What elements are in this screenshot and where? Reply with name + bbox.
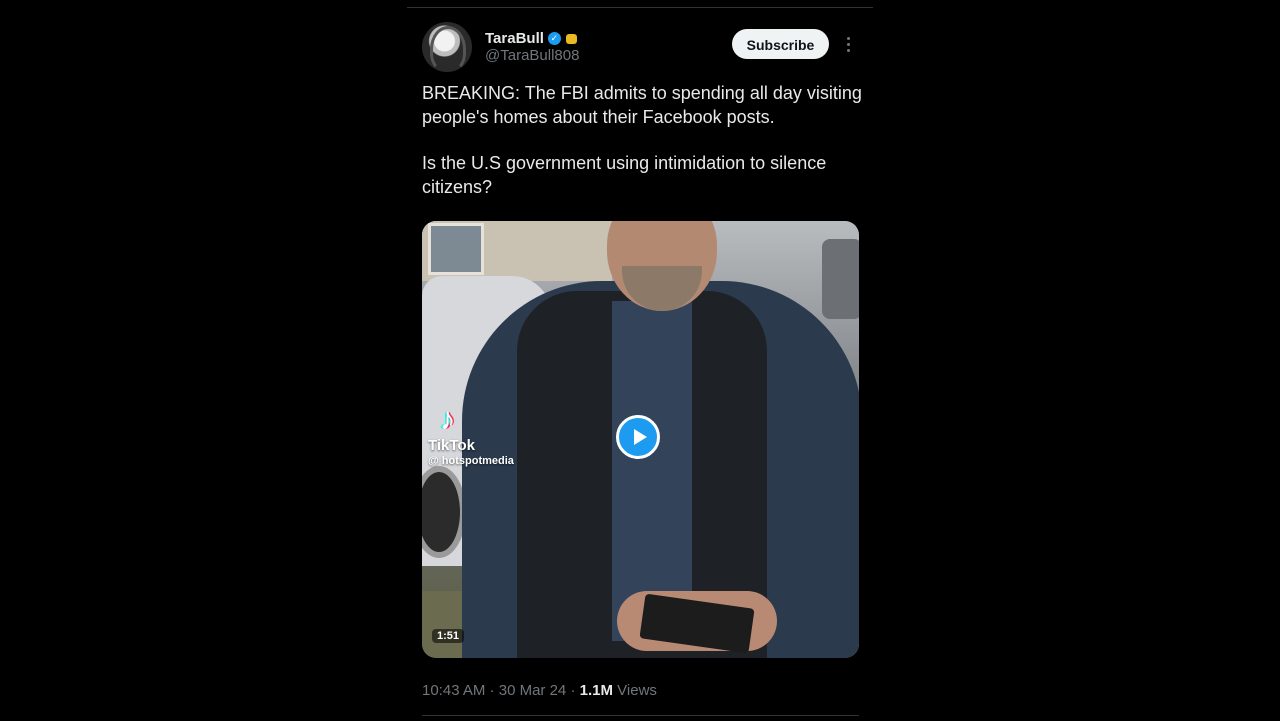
video-player[interactable]: ♪ TikTok @ hotspotmedia 1:51 <box>422 221 859 658</box>
play-icon[interactable] <box>616 415 660 459</box>
meta-separator: · <box>570 682 576 699</box>
tweet-meta: 10:43 AM · 30 Mar 24 · 1.1M Views <box>422 682 657 699</box>
tiktok-logo-icon: ♪ <box>440 403 455 436</box>
tiktok-brand: TikTok <box>428 437 475 454</box>
tiktok-watermark: ♪ TikTok @ hotspotmedia <box>428 403 514 468</box>
views-label: Views <box>617 682 657 699</box>
divider <box>422 715 859 716</box>
more-vertical-icon[interactable] <box>842 34 854 54</box>
tweet-time[interactable]: 10:43 AM <box>422 682 485 699</box>
author-name-row: TaraBull ✓ <box>485 30 577 47</box>
tweet-text: BREAKING: The FBI admits to spending all… <box>422 82 862 199</box>
author-handle[interactable]: @TaraBull808 <box>485 47 579 64</box>
tweet-date[interactable]: 30 Mar 24 <box>499 682 567 699</box>
views-count: 1.1M <box>579 682 613 699</box>
video-duration: 1:51 <box>432 629 465 643</box>
tweet-paragraph: BREAKING: The FBI admits to spending all… <box>422 83 862 127</box>
avatar[interactable] <box>422 22 472 72</box>
verified-check-icon[interactable]: ✓ <box>547 32 561 45</box>
subscribe-button[interactable]: Subscribe <box>732 29 829 59</box>
tweet-card: TaraBull ✓ @TaraBull808 Subscribe BREAKI… <box>407 7 873 721</box>
tiktok-username: @ hotspotmedia <box>428 455 514 467</box>
tweet-paragraph: Is the U.S government using intimidation… <box>422 153 827 197</box>
author-display-name[interactable]: TaraBull <box>485 30 544 47</box>
meta-separator: · <box>489 682 495 699</box>
gold-badge-icon[interactable] <box>565 33 577 44</box>
